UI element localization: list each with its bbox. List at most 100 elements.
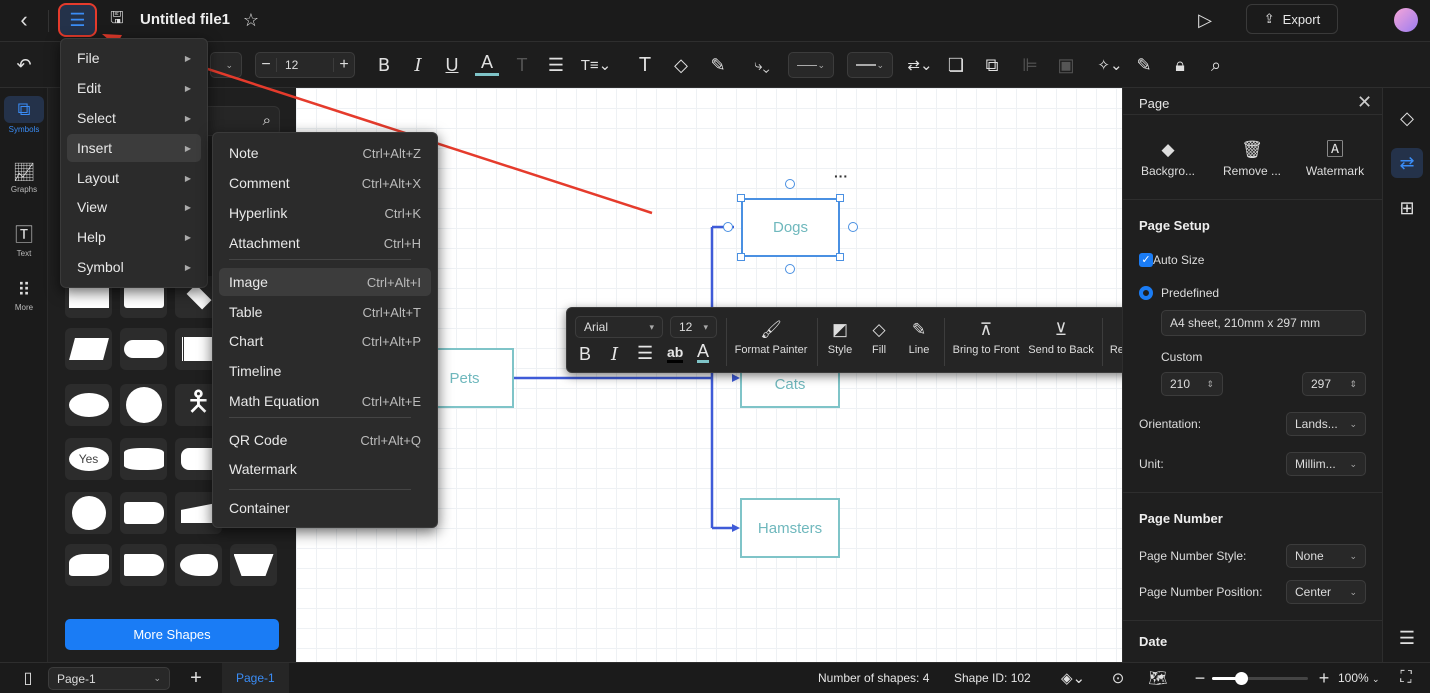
shape-delay[interactable] <box>120 544 167 586</box>
duplicate-icon[interactable]: ⧉ <box>980 51 1004 79</box>
zoom-in-icon[interactable]: + <box>1316 666 1332 690</box>
save-icon[interactable]: 🖫 <box>104 6 130 34</box>
line-weight-dropdown[interactable]: ⌄ <box>847 52 893 78</box>
find-icon[interactable]: ⌕ <box>1204 51 1228 79</box>
italic-icon[interactable]: I <box>406 51 430 79</box>
fill-icon[interactable]: ◇ <box>669 51 693 79</box>
auto-size-checkbox[interactable]: ✓ <box>1139 253 1153 267</box>
float-highlight-icon[interactable]: ab <box>667 344 684 363</box>
font-color-icon[interactable]: A <box>475 52 499 76</box>
grid-icon[interactable]: ⊞ <box>1393 194 1421 222</box>
shape-circle[interactable] <box>120 384 167 426</box>
zoom-slider[interactable] <box>1212 672 1308 685</box>
insert-note[interactable]: Note Ctrl+Alt+Z <box>219 139 431 167</box>
bring-to-front-button[interactable]: ⊼ Bring to Front <box>950 316 1022 356</box>
orientation-dropdown[interactable]: Lands... ⌄ <box>1286 412 1366 436</box>
remove-button[interactable]: 🗑︎ Remove ... <box>1217 136 1287 178</box>
main-menu-button[interactable]: ☰ <box>58 3 97 37</box>
font-size-value[interactable]: 12 <box>276 58 334 72</box>
resize-handle[interactable] <box>836 253 844 261</box>
zoom-out-icon[interactable]: − <box>1192 666 1208 690</box>
settings-list-icon[interactable]: ☰ <box>1393 624 1421 652</box>
menu-item-help[interactable]: Help ▶ <box>67 223 201 251</box>
page-select-dropdown[interactable]: Page-1 ⌄ <box>48 667 170 690</box>
text-style-icon[interactable]: T <box>510 51 534 79</box>
insert-table[interactable]: Table Ctrl+Alt+T <box>219 298 431 326</box>
group-icon[interactable]: ▣ <box>1054 51 1078 79</box>
menu-item-edit[interactable]: Edit ▶ <box>67 74 201 102</box>
underline-icon[interactable]: U <box>440 51 464 79</box>
file-title[interactable]: Untitled file1 <box>140 11 230 28</box>
menu-item-file[interactable]: File ▶ <box>67 44 201 72</box>
resize-handle[interactable] <box>836 194 844 202</box>
fill-button[interactable]: ◇ Fill <box>864 316 894 356</box>
width-input[interactable]: 210 ⇕ <box>1161 372 1223 396</box>
lock-icon[interactable]: 🔒︎ <box>1168 51 1192 79</box>
node-hamsters[interactable]: Hamsters <box>740 498 840 558</box>
magic-icon[interactable]: ✧⌄ <box>1094 51 1126 79</box>
fullscreen-icon[interactable]: ⛶ <box>1394 666 1418 690</box>
shape-trapezoid[interactable] <box>230 544 277 586</box>
search-icon[interactable]: ⌕ <box>263 112 271 129</box>
shape-horizontal-cylinder[interactable] <box>120 492 167 534</box>
style-panel-icon[interactable]: ◇ <box>1393 104 1421 132</box>
sidebar-item-text[interactable]: 🅃 Text <box>4 221 44 258</box>
resize-handle[interactable] <box>737 253 745 261</box>
insert-hyperlink[interactable]: Hyperlink Ctrl+K <box>219 199 431 227</box>
insert-qr-code[interactable]: QR Code Ctrl+Alt+Q <box>219 426 431 454</box>
decrease-size-icon[interactable]: − <box>256 56 276 74</box>
more-shapes-button[interactable]: More Shapes <box>65 619 279 650</box>
menu-item-insert[interactable]: Insert ▶ <box>67 134 201 162</box>
align-icon[interactable]: ☰ <box>544 51 568 79</box>
line-style-dropdown[interactable]: ⌄ <box>788 52 834 78</box>
undo-icon[interactable]: ↶ <box>12 51 36 79</box>
menu-item-select[interactable]: Select ▶ <box>67 104 201 132</box>
shape-circle-2[interactable] <box>65 492 112 534</box>
send-to-back-button[interactable]: ⊻ Send to Back <box>1026 316 1096 356</box>
more-options-icon[interactable]: ··· <box>834 168 848 184</box>
edit-icon[interactable]: ✎ <box>1132 51 1156 79</box>
float-font-dropdown[interactable]: Arial ▾ <box>575 316 663 338</box>
float-italic-icon[interactable]: I <box>611 344 618 365</box>
line-color-icon[interactable]: ✎ <box>706 51 730 79</box>
menu-item-view[interactable]: View ▶ <box>67 193 201 221</box>
back-icon[interactable]: ‹ <box>10 6 38 34</box>
format-painter-button[interactable]: 🖌︎ Format Painter <box>733 316 809 356</box>
page-icon[interactable]: ❏ <box>944 51 968 79</box>
unit-dropdown[interactable]: Millim... ⌄ <box>1286 452 1366 476</box>
float-bold-icon[interactable]: B <box>579 344 591 365</box>
connector-icon[interactable]: ⤷⌄ <box>746 51 778 79</box>
float-size-dropdown[interactable]: 12 ▾ <box>670 316 717 338</box>
sidebar-item-more[interactable]: ⠿ More <box>4 280 44 312</box>
star-icon[interactable]: ☆ <box>240 6 262 34</box>
align-objects-icon[interactable]: ⊫ <box>1018 51 1042 79</box>
focus-icon[interactable]: ⊙ <box>1106 666 1130 690</box>
predefined-radio[interactable] <box>1139 286 1153 300</box>
increase-size-icon[interactable]: + <box>334 56 354 74</box>
add-page-icon[interactable]: + <box>184 666 208 690</box>
shape-display-2[interactable] <box>175 544 222 586</box>
sidebar-item-graphs[interactable]: 📈︎ Graphs <box>4 162 44 194</box>
insert-chart[interactable]: Chart Ctrl+Alt+P <box>219 327 431 355</box>
float-font-color-icon[interactable]: A <box>697 342 710 363</box>
insert-container[interactable]: Container <box>219 494 431 522</box>
text-tool-icon[interactable]: T <box>633 51 657 79</box>
page-number-position-dropdown[interactable]: Center ⌄ <box>1286 580 1366 604</box>
connection-point[interactable] <box>723 222 733 232</box>
close-icon[interactable]: ✕ <box>1357 92 1372 113</box>
arrow-style-icon[interactable]: ⇄⌄ <box>904 51 936 79</box>
page-tab[interactable]: Page-1 <box>222 663 289 693</box>
height-input[interactable]: 297 ⇕ <box>1302 372 1366 396</box>
play-icon[interactable]: ▷ <box>1192 6 1218 34</box>
paper-size-dropdown[interactable]: A4 sheet, 210mm x 297 mm <box>1161 310 1366 336</box>
zoom-level[interactable]: 100% ⌄ <box>1338 671 1380 685</box>
layers-icon[interactable]: ◈⌄ <box>1056 666 1090 690</box>
line-button[interactable]: ✎ Line <box>902 316 936 356</box>
insert-math-equation[interactable]: Math Equation Ctrl+Alt+E <box>219 387 431 415</box>
menu-item-layout[interactable]: Layout ▶ <box>67 164 201 192</box>
sidebar-toggle-icon[interactable]: ▯ <box>16 666 40 690</box>
shape-wave[interactable] <box>65 544 112 586</box>
export-button[interactable]: ⇪ Export <box>1246 4 1338 34</box>
map-icon[interactable]: 🗺︎ <box>1146 666 1170 690</box>
zoom-slider-handle[interactable] <box>1234 672 1248 685</box>
